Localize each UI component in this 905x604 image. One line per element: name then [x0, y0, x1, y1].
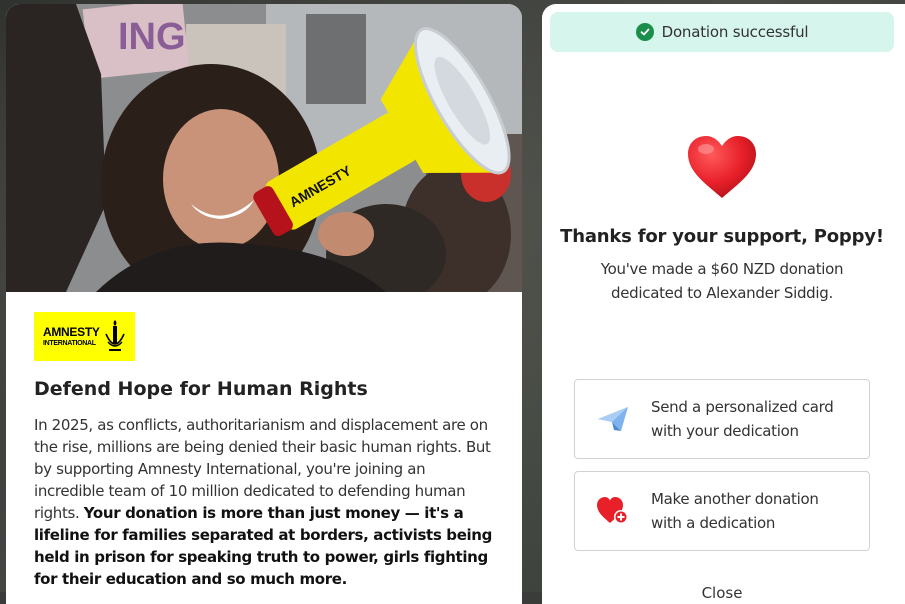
paper-plane-icon: [598, 407, 628, 431]
campaign-title: Defend Hope for Human Rights: [34, 378, 368, 400]
amnesty-logo: AMNESTY INTERNATIONAL: [34, 312, 135, 361]
thanks-heading: Thanks for your support, Poppy!: [560, 226, 884, 247]
check-circle-icon: [635, 23, 654, 41]
logo-line-1: AMNESTY: [43, 325, 100, 339]
donation-summary: You've made a $60 NZD donation dedicated…: [600, 260, 844, 302]
hero-image: ING AMNESTY: [6, 4, 522, 292]
candle-icon: [105, 320, 125, 351]
toast-message: Donation successful: [661, 23, 809, 41]
heart-plus-icon: [597, 497, 628, 524]
campaign-card: ING AMNESTY AMNESTY INTERNATIONAL Defend…: [6, 4, 522, 604]
logo-line-2: INTERNATIONAL: [43, 340, 96, 347]
donate-again-label: Make another donation with a dedication: [651, 490, 819, 532]
donate-again-button[interactable]: Make another donation with a dedication: [574, 471, 870, 551]
confirmation-panel: Donation successful Thanks for your supp…: [542, 4, 905, 604]
description-bold: Your donation is more than just money — …: [34, 504, 493, 588]
campaign-description: In 2025, as conflicts, authoritarianism …: [34, 414, 496, 590]
protest-sign-text: ING: [118, 16, 186, 58]
send-card-button[interactable]: Send a personalized card with your dedic…: [574, 379, 870, 459]
close-button[interactable]: Close: [542, 584, 902, 602]
heart-icon: [688, 136, 756, 198]
send-card-label: Send a personalized card with your dedic…: [651, 398, 834, 440]
success-toast: Donation successful: [550, 12, 894, 52]
